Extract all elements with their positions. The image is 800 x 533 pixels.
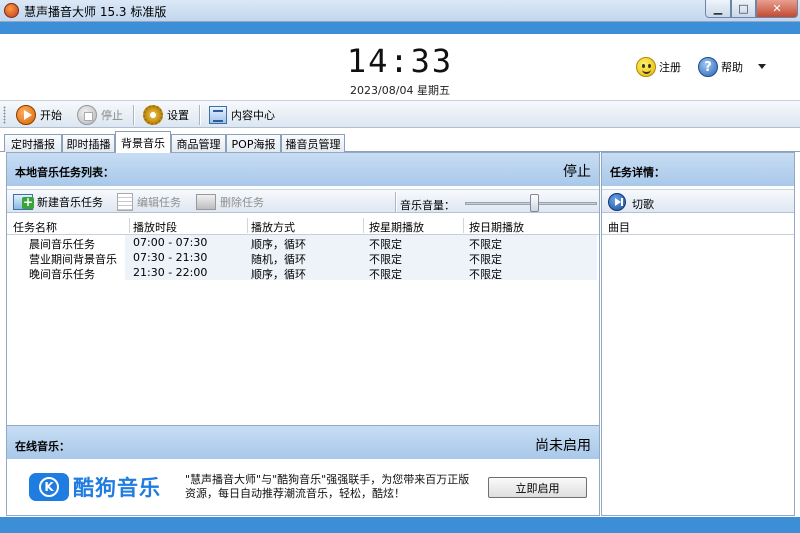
window-title: 慧声播音大师 15.3 标准版 — [24, 5, 167, 19]
toolbar-divider — [199, 105, 200, 125]
help-icon: ? — [698, 57, 718, 77]
task-week-cell: 不限定 — [369, 268, 402, 281]
skip-next-icon — [608, 193, 626, 211]
table-row[interactable]: 晨间音乐任务 07:00 - 07:30 顺序，循环 不限定 不限定 — [7, 235, 599, 251]
table-header: 任务名称 播放时段 播放方式 按星期播放 按日期播放 — [7, 216, 599, 235]
table-row[interactable]: 营业期间背景音乐 07:30 - 21:30 随机，循环 不限定 不限定 — [7, 250, 599, 266]
task-period-cell: 21:30 - 22:00 — [133, 266, 208, 279]
close-button[interactable]: ✕ — [756, 0, 798, 18]
subbar-divider — [395, 192, 396, 212]
help-dropdown-chevron-icon[interactable] — [758, 64, 766, 69]
kugou-logo-icon: K — [29, 473, 69, 501]
column-header[interactable]: 按星期播放 — [369, 219, 424, 235]
app-logo-icon — [4, 3, 19, 18]
start-label: 开始 — [40, 109, 62, 122]
header-strip — [0, 22, 800, 34]
column-divider[interactable] — [363, 218, 364, 233]
tab-strip: 定时播报 即时插播 背景音乐 商品管理 POP海报 播音员管理 — [0, 130, 800, 153]
online-music-promo: K 酷狗音乐 "慧声播音大师"与"酷狗音乐"强强联手，为您带来百万正版 资源，每… — [7, 459, 599, 515]
delete-task-icon — [196, 194, 216, 210]
volume-slider-thumb[interactable] — [530, 194, 539, 212]
online-music-title: 在线音乐： — [15, 440, 70, 453]
local-music-header: 本地音乐任务列表： 停止 — [7, 153, 599, 186]
delete-task-label: 删除任务 — [220, 196, 264, 209]
settings-label: 设置 — [167, 109, 189, 122]
tab-announcer-management[interactable]: 播音员管理 — [281, 134, 345, 152]
task-details-title: 任务详情： — [610, 166, 665, 179]
new-music-task-button[interactable]: 新建音乐任务 — [13, 193, 103, 211]
tab-pop-poster[interactable]: POP海报 — [226, 134, 281, 152]
column-divider[interactable] — [463, 218, 464, 233]
table-row[interactable]: 晚间音乐任务 21:30 - 22:00 顺序，循环 不限定 不限定 — [7, 265, 599, 281]
gear-icon — [143, 105, 163, 125]
stop-button[interactable]: 停止 — [77, 104, 123, 126]
task-toolbar: 新建音乐任务 编辑任务 删除任务 音乐音量： — [7, 189, 599, 213]
track-list-header: 曲目 — [602, 216, 794, 235]
stop-label: 停止 — [101, 109, 123, 122]
new-task-icon — [13, 194, 34, 210]
content-center-label: 内容中心 — [231, 109, 275, 122]
music-task-table: 任务名称 播放时段 播放方式 按星期播放 按日期播放 晨间音乐任务 07:00 … — [7, 216, 599, 281]
task-mode-cell: 顺序，循环 — [251, 268, 306, 281]
promo-line-2: 资源，每日自动推荐潮流音乐，轻松，酷炫！ — [185, 487, 405, 500]
task-details-header: 任务详情： — [602, 153, 794, 186]
clock-date: 2023/08/04 星期五 — [350, 84, 450, 97]
start-button[interactable]: 开始 — [16, 104, 62, 126]
status-strip — [0, 517, 800, 533]
register-label: 注册 — [659, 61, 681, 74]
header: 14:33 2023/08/04 星期五 注册 ? 帮助 — [0, 34, 800, 98]
tab-product-management[interactable]: 商品管理 — [171, 134, 226, 152]
main-toolbar: 开始 停止 设置 内容中心 — [0, 100, 800, 128]
local-music-title: 本地音乐任务列表： — [15, 166, 114, 179]
column-header[interactable]: 任务名称 — [13, 219, 57, 235]
cut-song-button[interactable]: 切歌 — [602, 189, 794, 213]
promo-line-1: "慧声播音大师"与"酷狗音乐"强强联手，为您带来百万正版 — [185, 473, 470, 486]
track-column-header[interactable]: 曲目 — [608, 219, 630, 235]
register-link[interactable]: 注册 — [636, 57, 681, 77]
column-header[interactable]: 播放方式 — [251, 219, 295, 235]
help-label: 帮助 — [721, 61, 743, 74]
column-header[interactable]: 按日期播放 — [469, 219, 524, 235]
stop-icon — [77, 105, 97, 125]
task-period-cell: 07:30 - 21:30 — [133, 251, 208, 264]
column-divider[interactable] — [247, 218, 248, 233]
new-task-label: 新建音乐任务 — [37, 196, 103, 209]
content-center-icon — [209, 106, 227, 124]
edit-task-label: 编辑任务 — [137, 196, 181, 209]
edit-task-button[interactable]: 编辑任务 — [117, 193, 181, 211]
task-period-cell: 07:00 - 07:30 — [133, 236, 208, 249]
edit-task-icon — [117, 193, 133, 211]
promo-text: "慧声播音大师"与"酷狗音乐"强强联手，为您带来百万正版 资源，每日自动推荐潮流… — [185, 473, 485, 501]
play-icon — [16, 105, 36, 125]
help-link[interactable]: ? 帮助 — [698, 57, 743, 77]
local-music-panel: 本地音乐任务列表： 停止 新建音乐任务 编辑任务 删除任务 音乐音量： 任务名称… — [6, 152, 600, 516]
online-music-header: 在线音乐： 尚未启用 — [7, 425, 599, 459]
title-bar: 慧声播音大师 15.3 标准版 ▁ □ ✕ — [0, 0, 800, 22]
settings-button[interactable]: 设置 — [143, 104, 189, 126]
task-date-cell: 不限定 — [469, 268, 502, 281]
smiley-icon — [636, 57, 656, 77]
tab-instant-insert[interactable]: 即时插播 — [62, 134, 115, 152]
minimize-button[interactable]: ▁ — [705, 0, 731, 18]
online-music-status: 尚未启用 — [535, 438, 591, 454]
delete-task-button[interactable]: 删除任务 — [196, 193, 264, 211]
volume-label: 音乐音量： — [400, 199, 455, 212]
tab-background-music[interactable]: 背景音乐 — [115, 131, 171, 153]
content-center-button[interactable]: 内容中心 — [209, 104, 275, 126]
maximize-button[interactable]: □ — [731, 0, 756, 18]
playback-status: 停止 — [563, 164, 591, 180]
kugou-brand-name: 酷狗音乐 — [73, 476, 161, 500]
toolbar-grip[interactable] — [3, 106, 6, 124]
column-divider[interactable] — [129, 218, 130, 233]
enable-now-button[interactable]: 立即启用 — [488, 477, 587, 498]
task-details-panel: 任务详情： 切歌 曲目 — [601, 152, 795, 516]
task-name-cell: 晚间音乐任务 — [29, 268, 95, 281]
cut-song-label: 切歌 — [632, 198, 654, 211]
tab-scheduled-broadcast[interactable]: 定时播报 — [4, 134, 62, 152]
column-header[interactable]: 播放时段 — [133, 219, 177, 235]
toolbar-divider — [133, 105, 134, 125]
